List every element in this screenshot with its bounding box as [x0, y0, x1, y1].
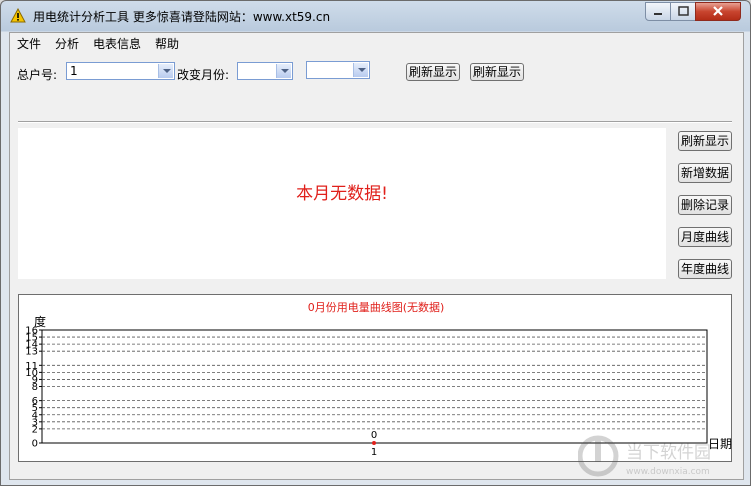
- window-title: 用电统计分析工具 更多惊喜请登陆网站：www.xt59.cn: [33, 10, 331, 24]
- close-button[interactable]: [695, 2, 741, 21]
- app-window: 用电统计分析工具 更多惊喜请登陆网站：www.xt59.cn 文件 分析 电表信…: [0, 0, 751, 486]
- separator: [18, 121, 732, 123]
- title-bar[interactable]: 用电统计分析工具 更多惊喜请登陆网站：www.xt59.cn: [1, 1, 750, 31]
- menu-meter-info[interactable]: 电表信息: [93, 35, 141, 52]
- month-combo-2[interactable]: [306, 61, 370, 79]
- menu-file[interactable]: 文件: [17, 35, 41, 52]
- refresh-button-2[interactable]: 刷新显示: [470, 63, 524, 81]
- chevron-down-icon[interactable]: [158, 64, 173, 78]
- warning-triangle-icon: [10, 8, 26, 23]
- refresh-button-1[interactable]: 刷新显示: [406, 63, 460, 81]
- chevron-down-icon[interactable]: [353, 63, 368, 77]
- monthly-curve-button[interactable]: 月度曲线: [678, 227, 732, 247]
- menu-help[interactable]: 帮助: [155, 35, 179, 52]
- chart-title: 0月份用电量曲线图(无数据): [308, 300, 445, 314]
- menu-analysis[interactable]: 分析: [55, 35, 79, 52]
- close-icon: [713, 6, 723, 16]
- change-month-label: 改变月份:: [177, 68, 230, 82]
- minimize-icon: [654, 13, 662, 15]
- account-label: 总户号:: [17, 68, 58, 82]
- y-tick-label: 11: [25, 361, 38, 372]
- delete-record-button[interactable]: 删除记录: [678, 195, 732, 215]
- account-combo[interactable]: 1: [66, 62, 175, 80]
- y-axis-label: 度: [34, 314, 46, 329]
- yearly-curve-button[interactable]: 年度曲线: [678, 259, 732, 279]
- data-point: [372, 441, 376, 445]
- side-refresh-button[interactable]: 刷新显示: [678, 131, 732, 151]
- maximize-icon: [678, 6, 689, 16]
- add-data-button[interactable]: 新增数据: [678, 163, 732, 183]
- no-data-message: 本月无数据!: [296, 184, 388, 204]
- menu-bar: 文件 分析 电表信息 帮助: [10, 33, 743, 52]
- data-panel: 本月无数据!: [18, 128, 666, 279]
- month-combo-1[interactable]: [237, 62, 293, 80]
- y-tick-label: 0: [32, 439, 38, 450]
- maximize-button[interactable]: [670, 2, 696, 21]
- watermark-url: www.downxia.com: [626, 467, 710, 477]
- data-label: 0: [371, 430, 377, 441]
- y-tick-label: 6: [32, 396, 38, 407]
- watermark-logo: 当下软件园 www.downxia.com: [578, 435, 711, 477]
- client-area: 文件 分析 电表信息 帮助 总户号: 1 改变月份: 刷新显示 刷新显示 本月无…: [9, 32, 744, 480]
- watermark-text: 当下软件园: [626, 443, 711, 463]
- x-tick-label: 1: [371, 447, 377, 458]
- account-value: 1: [70, 64, 78, 78]
- minimize-button[interactable]: [645, 2, 671, 21]
- chevron-down-icon[interactable]: [276, 64, 291, 78]
